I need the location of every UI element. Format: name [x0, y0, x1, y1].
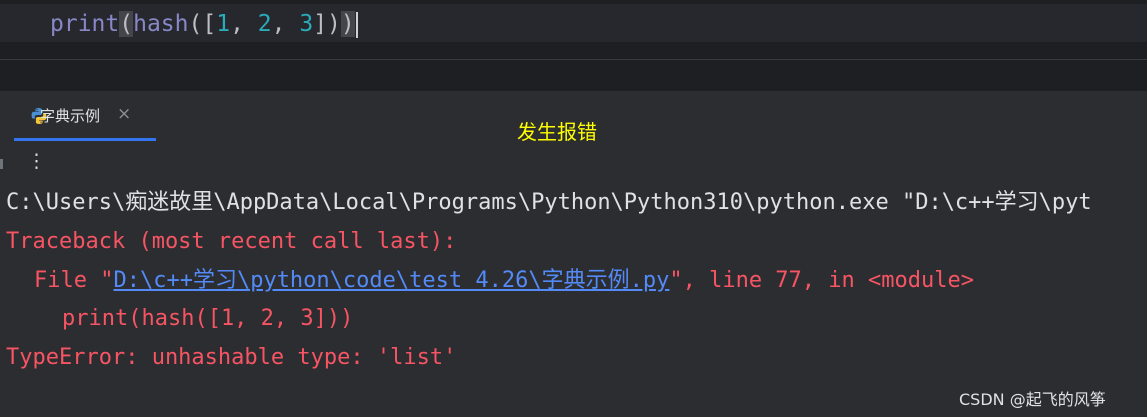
code-print-token: print — [50, 11, 120, 37]
traceback-file-line: File "D:\c++学习\python\code\test 4.26\字典示… — [34, 266, 974, 296]
code-paren-match-open: ( — [119, 11, 134, 37]
code-hash-token: hash — [133, 11, 189, 37]
code-line[interactable]: print(hash([1, 2, 3])) — [50, 9, 358, 39]
close-icon[interactable]: × — [117, 104, 131, 124]
tab-label: 字典示例 — [40, 107, 101, 125]
code-bracket: [ — [202, 11, 217, 37]
code-editor[interactable]: print(hash([1, 2, 3])) — [0, 0, 1147, 60]
error-message: TypeError: unhashable type: 'list' — [6, 345, 457, 370]
console-output[interactable]: C:\Users\痴迷故里\AppData\Local\Programs\Pyt… — [0, 183, 1147, 417]
code-number-1: 1 — [216, 11, 231, 37]
toolbar-edge-marker — [0, 159, 3, 169]
traceback-file-prefix: File " — [34, 268, 114, 293]
more-options-icon[interactable]: ⋮ — [27, 151, 46, 171]
code-paren: ( — [188, 11, 203, 37]
editor-empty-area[interactable] — [0, 60, 1147, 90]
run-toolbar: ⋮ — [0, 141, 1147, 183]
traceback-file-suffix: ", line 77, in <module> — [669, 268, 974, 293]
text-caret — [355, 11, 358, 38]
traceback-file-link[interactable]: D:\c++学习\python\code\test 4.26\字典示例.py — [113, 268, 669, 293]
code-paren-match-close: ) — [340, 11, 355, 37]
code-number-2: 2 — [257, 11, 272, 37]
watermark: CSDN @起飞的风筝 — [959, 390, 1106, 409]
console-command-line: C:\Users\痴迷故里\AppData\Local\Programs\Pyt… — [6, 190, 1092, 215]
code-sep: , — [230, 11, 258, 37]
traceback-header: Traceback (most recent call last): — [6, 229, 457, 254]
code-close: ]) — [313, 11, 341, 37]
code-number-3: 3 — [299, 11, 314, 37]
traceback-code-line: print(hash([1, 2, 3])) — [62, 306, 354, 331]
code-sep: , — [271, 11, 300, 37]
